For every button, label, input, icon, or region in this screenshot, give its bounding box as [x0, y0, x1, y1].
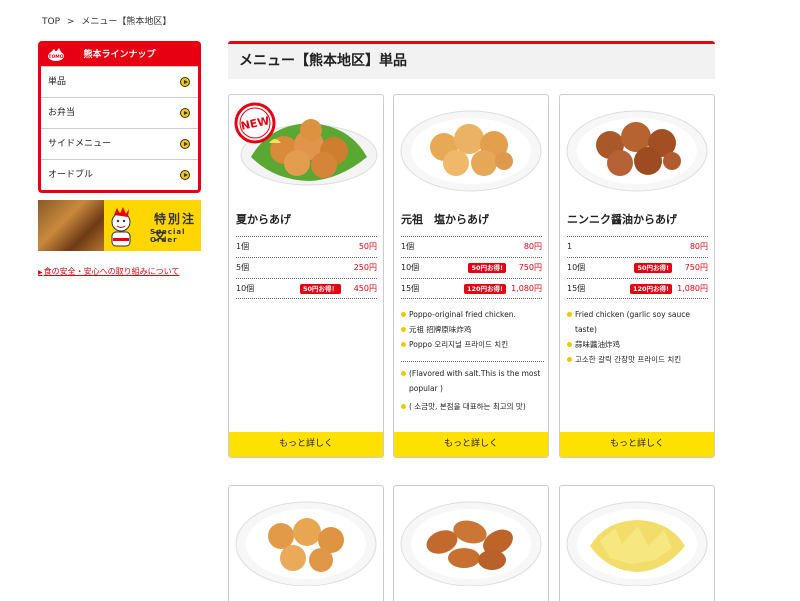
- price-value: 750円: [518, 263, 542, 272]
- breadcrumb: TOP > メニュー【熊本地区】: [42, 14, 175, 27]
- price-value: 80円: [523, 242, 542, 251]
- banner-subtitle: Special Order: [150, 228, 186, 244]
- price-count: 1: [567, 242, 573, 251]
- product-name: 元祖 塩からあげ: [401, 213, 489, 226]
- more-details-button[interactable]: もっと詳しく: [229, 432, 383, 457]
- price-table: 1 80円 10個 50円お得! 750円 15個 120円お得! 1,080円: [567, 236, 708, 299]
- price-value: 1,080円: [677, 284, 708, 293]
- price-count: 15個: [401, 284, 420, 293]
- price-value: 80円: [689, 242, 708, 251]
- circle-arrow-right-icon: [180, 77, 190, 87]
- deal-badge: 120円お得!: [629, 284, 672, 294]
- price-count: 10個: [401, 263, 420, 272]
- product-card: NEW 夏からあげ 1個 50円 5個 250円 10個 50円お得！ 450円…: [228, 94, 384, 458]
- sidebar-item-bento[interactable]: お弁当: [41, 97, 198, 128]
- price-count: 10個: [567, 263, 586, 272]
- product-image: [400, 110, 542, 192]
- price-row: 10個 50円お得! 750円: [401, 257, 542, 278]
- product-card: [559, 485, 715, 601]
- special-order-banner[interactable]: 特別注文 Special Order: [38, 200, 201, 251]
- product-image: NEW: [234, 102, 378, 186]
- price-table: 1個 50円 5個 250円 10個 50円お得！ 450円: [236, 236, 377, 299]
- product-name: ニンニク醤油からあげ: [567, 213, 677, 226]
- sidebar-item-side-menu[interactable]: サイドメニュー: [41, 128, 198, 159]
- circle-arrow-right-icon: [180, 170, 190, 180]
- price-value: 1,080円: [511, 284, 542, 293]
- note-item: ( 소금맛, 본점을 대표하는 최고의 맛): [401, 399, 544, 414]
- note-item: Poppo-original fried chicken.: [401, 307, 544, 322]
- lineup-nav: TOMO 熊本ラインナップ 単品 お弁当 サイドメニュー オードブル: [38, 41, 201, 193]
- price-count: 5個: [236, 263, 250, 272]
- product-card: [393, 485, 549, 601]
- sidebar-item-label: オードブル: [48, 170, 94, 180]
- breadcrumb-current: メニュー【熊本地区】: [81, 17, 172, 27]
- deal-badge: 50円お得！: [299, 284, 341, 294]
- price-count: 1個: [401, 242, 415, 251]
- note-item: Poppo 오리지널 프라이드 치킨: [401, 337, 544, 352]
- page-title: メニュー【熊本地区】単品: [239, 53, 407, 69]
- divider: [401, 361, 544, 362]
- product-card: [228, 485, 384, 601]
- more-details-button[interactable]: もっと詳しく: [394, 432, 548, 457]
- circle-arrow-right-icon: [180, 139, 190, 149]
- note-item: 元祖 招牌原味炸鸡: [401, 322, 544, 337]
- price-row: 15個 120円お得! 1,080円: [567, 278, 708, 299]
- note-item: 고소한 갈릭 간장맛 프라이드 치킨: [567, 352, 710, 367]
- deal-badge: 50円お得!: [468, 263, 506, 273]
- price-count: 15個: [567, 284, 586, 293]
- note-item: 蒜味醬油炸鸡: [567, 337, 710, 352]
- product-image: [400, 501, 542, 586]
- product-notes: Fried chicken (garlic soy sauce taste) 蒜…: [567, 307, 710, 367]
- product-image: [235, 501, 377, 586]
- sidebar-item-label: 単品: [48, 77, 67, 87]
- price-row: 1個 50円: [236, 236, 377, 257]
- product-image: [566, 110, 708, 192]
- page-title-bar: メニュー【熊本地区】単品: [228, 41, 715, 79]
- lineup-nav-title: 熊本ラインナップ: [83, 50, 156, 60]
- food-tray-image: [38, 200, 104, 251]
- note-item: Fried chicken (garlic soy sauce taste): [567, 307, 710, 337]
- price-table: 1個 80円 10個 50円お得! 750円 15個 120円お得! 1,080…: [401, 236, 542, 299]
- food-safety-link[interactable]: 食の安全・安心への取り組みについて: [38, 266, 201, 277]
- breadcrumb-top-link[interactable]: TOP: [42, 17, 60, 27]
- mascot-icon: [104, 200, 138, 251]
- breadcrumb-separator: >: [66, 17, 75, 27]
- sidebar-item-hors-doeuvre[interactable]: オードブル: [41, 159, 198, 190]
- sidebar-item-label: お弁当: [48, 108, 76, 118]
- product-card: ニンニク醤油からあげ 1 80円 10個 50円お得! 750円 15個 120…: [559, 94, 715, 458]
- price-count: 10個: [236, 284, 255, 293]
- more-details-button[interactable]: もっと詳しく: [560, 432, 714, 457]
- product-image: [566, 501, 708, 586]
- price-value: 750円: [684, 263, 708, 272]
- price-row: 5個 250円: [236, 257, 377, 278]
- price-count: 1個: [236, 242, 250, 251]
- sidebar-item-label: サイドメニュー: [48, 139, 112, 149]
- deal-badge: 50円お得!: [634, 263, 672, 273]
- sidebar: TOMO 熊本ラインナップ 単品 お弁当 サイドメニュー オードブル 特別注文 …: [38, 41, 201, 277]
- circle-arrow-right-icon: [180, 108, 190, 118]
- price-row: 1 80円: [567, 236, 708, 257]
- brand-logo-icon: TOMO: [48, 48, 64, 61]
- price-value: 50円: [358, 242, 377, 251]
- price-row: 10個 50円お得！ 450円: [236, 278, 377, 299]
- note-item: (Flavored with salt.This is the most pop…: [401, 366, 544, 396]
- svg-text:TOMO: TOMO: [48, 54, 63, 60]
- product-notes: Poppo-original fried chicken. 元祖 招牌原味炸鸡 …: [401, 307, 544, 414]
- price-row: 10個 50円お得! 750円: [567, 257, 708, 278]
- price-value: 450円: [353, 284, 377, 293]
- price-row: 15個 120円お得! 1,080円: [401, 278, 542, 299]
- sidebar-item-single[interactable]: 単品: [41, 66, 198, 97]
- product-card: 元祖 塩からあげ 1個 80円 10個 50円お得! 750円 15個 120円…: [393, 94, 549, 458]
- price-value: 250円: [353, 263, 377, 272]
- product-name: 夏からあげ: [236, 213, 291, 226]
- deal-badge: 120円お得!: [463, 284, 506, 294]
- lineup-nav-header: TOMO 熊本ラインナップ: [41, 44, 198, 66]
- price-row: 1個 80円: [401, 236, 542, 257]
